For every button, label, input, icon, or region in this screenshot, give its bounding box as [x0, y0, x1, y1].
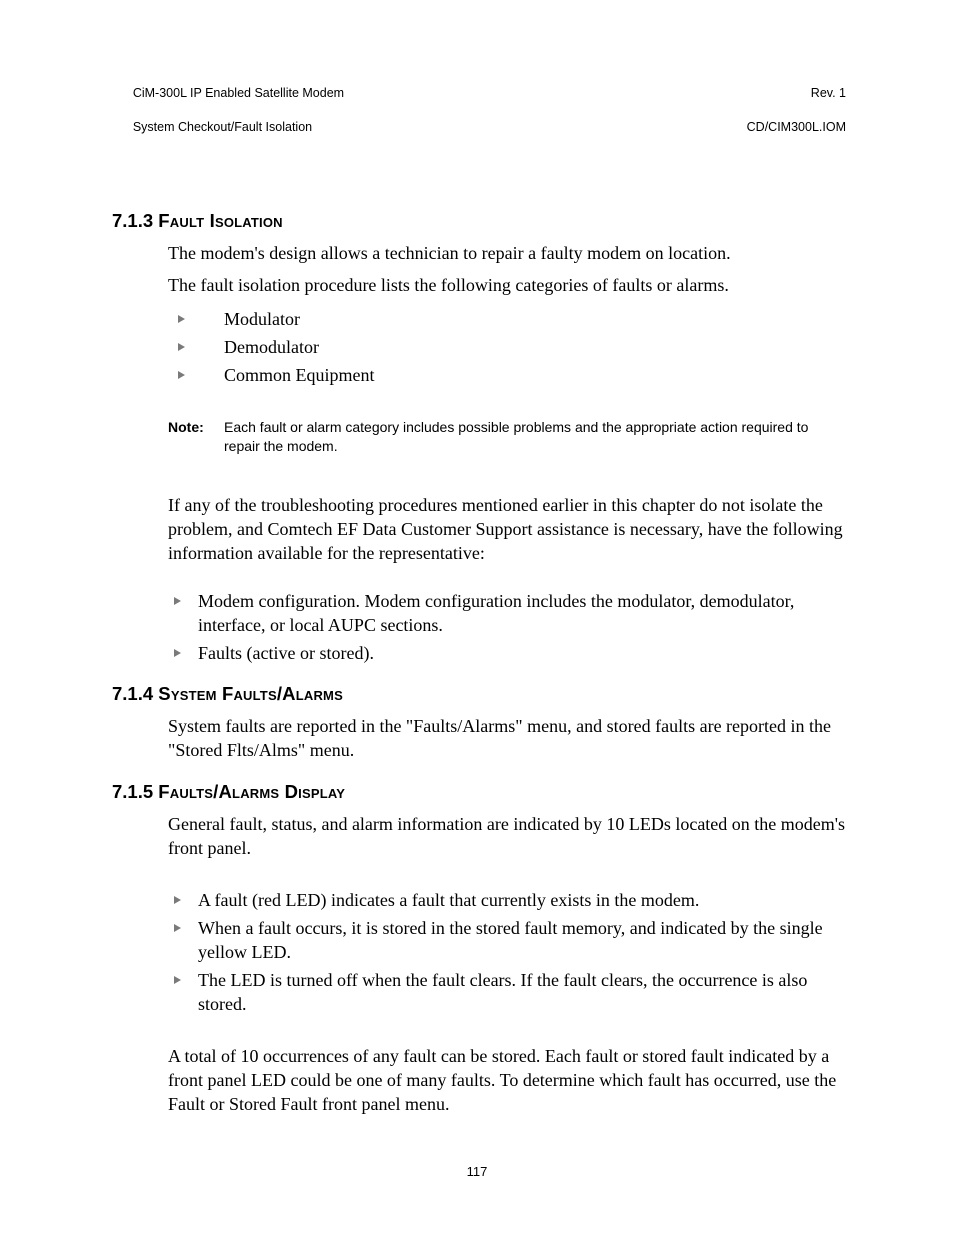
list-item: Demodulator — [168, 336, 846, 360]
heading-7-1-3: 7.1.3 Fault Isolation — [112, 210, 846, 232]
note-block: Note: Each fault or alarm category inclu… — [168, 418, 846, 456]
list-item-text: The LED is turned off when the fault cle… — [198, 970, 807, 1014]
paragraph: A total of 10 occurrences of any fault c… — [168, 1045, 846, 1117]
list-item: A fault (red LED) indicates a fault that… — [168, 889, 846, 913]
note-text: Each fault or alarm category includes po… — [224, 418, 846, 456]
info-list: Modem configuration. Modem configuration… — [168, 590, 846, 666]
fault-category-list: Modulator Demodulator Common Equipment — [168, 308, 846, 388]
header-right-line2: CD/CIM300L.IOM — [747, 120, 846, 134]
list-item-text: A fault (red LED) indicates a fault that… — [198, 890, 699, 910]
list-item-text: When a fault occurs, it is stored in the… — [198, 918, 823, 962]
list-item: Faults (active or stored). — [168, 642, 846, 666]
paragraph: General fault, status, and alarm informa… — [168, 813, 846, 861]
paragraph: The modem's design allows a technician t… — [168, 242, 846, 266]
heading-7-1-4: 7.1.4 System Faults/Alarms — [112, 683, 846, 705]
heading-title: System Faults/Alarms — [158, 683, 343, 704]
list-item: Modulator — [168, 308, 846, 332]
heading-7-1-5: 7.1.5 Faults/Alarms Display — [112, 781, 846, 803]
note-label: Note: — [168, 418, 224, 456]
heading-title: Faults/Alarms Display — [158, 781, 345, 802]
page-header: CiM-300L IP Enabled Satellite Modem Syst… — [112, 68, 846, 152]
heading-number: 7.1.4 — [112, 683, 153, 704]
paragraph: System faults are reported in the "Fault… — [168, 715, 846, 763]
led-list: A fault (red LED) indicates a fault that… — [168, 889, 846, 1017]
heading-number: 7.1.5 — [112, 781, 153, 802]
heading-title: Fault Isolation — [158, 210, 282, 231]
list-item-text: Faults (active or stored). — [198, 643, 374, 663]
list-item: The LED is turned off when the fault cle… — [168, 969, 846, 1017]
header-left-line2: System Checkout/Fault Isolation — [133, 120, 312, 134]
header-right-line1: Rev. 1 — [811, 86, 846, 100]
paragraph: If any of the troubleshooting procedures… — [168, 494, 846, 566]
header-left-line1: CiM-300L IP Enabled Satellite Modem — [133, 86, 344, 100]
list-item-text: Demodulator — [224, 337, 319, 357]
list-item-text: Modulator — [224, 309, 300, 329]
list-item: Common Equipment — [168, 364, 846, 388]
list-item: When a fault occurs, it is stored in the… — [168, 917, 846, 965]
heading-number: 7.1.3 — [112, 210, 153, 231]
paragraph: The fault isolation procedure lists the … — [168, 274, 846, 298]
list-item: Modem configuration. Modem configuration… — [168, 590, 846, 638]
page-number: 117 — [0, 1164, 954, 1179]
list-item-text: Common Equipment — [224, 365, 375, 385]
list-item-text: Modem configuration. Modem configuration… — [198, 591, 794, 635]
